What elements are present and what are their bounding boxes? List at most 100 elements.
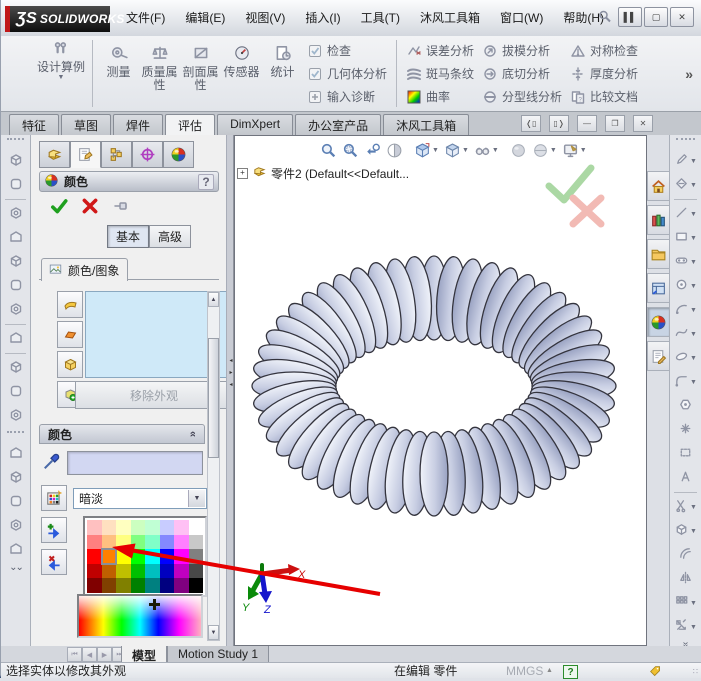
- ribbon-tab-6[interactable]: 办公室产品: [295, 114, 381, 136]
- pane-toggle-right-icon[interactable]: ▯❭: [549, 115, 569, 132]
- help-button[interactable]: ?: [198, 174, 214, 190]
- manager-tab-propertymanager[interactable]: [70, 141, 101, 168]
- menu-item-2[interactable]: 编辑(E): [176, 6, 234, 29]
- task-pane-tab-design-library[interactable]: [647, 205, 670, 235]
- sketch-tool-circle[interactable]: ▼: [670, 274, 701, 298]
- sketch-tool-text[interactable]: [670, 466, 701, 490]
- pane-toggle-left-icon[interactable]: ❬▯: [521, 115, 541, 132]
- feature-tool-revolve[interactable]: [1, 250, 30, 274]
- close-button[interactable]: ✕: [670, 7, 694, 27]
- current-color-swatch[interactable]: [67, 451, 203, 475]
- dropdown-arrow-icon[interactable]: ▼: [690, 259, 697, 266]
- palette-swatch[interactable]: [102, 564, 117, 579]
- sketch-tool-convert-entities[interactable]: ▼: [670, 519, 701, 543]
- more-tools-chevron[interactable]: ⌄⌄: [1, 562, 30, 573]
- sketch-tool-sketch-fillet[interactable]: ▼: [670, 370, 701, 394]
- hud-display-style-button[interactable]: ▼: [443, 141, 470, 160]
- palette-swatch[interactable]: [131, 578, 146, 593]
- palette-swatch[interactable]: [131, 535, 146, 550]
- tab-advanced[interactable]: 高级: [149, 225, 191, 248]
- cancel-button[interactable]: [81, 197, 99, 218]
- toolbar-button-geometry-analysis[interactable]: 几何体分析: [305, 64, 389, 83]
- sketch-tool-sketch-edit[interactable]: ▼: [670, 149, 701, 173]
- palette-swatch[interactable]: [116, 564, 131, 579]
- dropdown-arrow-icon[interactable]: ▼: [690, 528, 697, 535]
- toolbar-button-thickness-analysis[interactable]: 厚度分析: [568, 64, 640, 83]
- palette-swatch[interactable]: [174, 520, 189, 535]
- feature-tool-instant3d[interactable]: [1, 404, 30, 428]
- palette-swatch[interactable]: [145, 549, 160, 564]
- sketch-tool-construction-box[interactable]: [670, 442, 701, 466]
- toolbar-button-symmetry-check[interactable]: 对称检查: [568, 41, 640, 60]
- feature-tree-root[interactable]: + 零件2 (Default<<Default...: [237, 164, 409, 182]
- palette-swatch[interactable]: [145, 520, 160, 535]
- palette-swatch[interactable]: [189, 535, 204, 550]
- manager-tab-configurationmanager[interactable]: [101, 141, 132, 168]
- dropdown-arrow-icon[interactable]: ▼: [432, 147, 439, 154]
- menu-item-5[interactable]: 工具(T): [352, 6, 409, 29]
- confirmation-corner[interactable]: [535, 158, 621, 230]
- tab-basic[interactable]: 基本: [107, 225, 149, 248]
- dropdown-arrow-icon[interactable]: ▼: [690, 600, 697, 607]
- remove-color-button[interactable]: [41, 549, 67, 575]
- sketch-tool-ellipse[interactable]: ▼: [670, 346, 701, 370]
- toolbar-button-deviation-analysis[interactable]: 误差分析: [404, 41, 476, 60]
- eyedropper-icon[interactable]: [41, 452, 61, 475]
- menu-item-3[interactable]: 视图(V): [236, 6, 294, 29]
- task-pane-tab-custom-properties[interactable]: [647, 341, 670, 371]
- dropdown-arrow-icon[interactable]: ▼: [690, 307, 697, 314]
- panel-splitter[interactable]: ◂ ▸ ◂: [226, 135, 234, 646]
- palette-swatch[interactable]: [160, 564, 175, 579]
- toolbar-grip[interactable]: [7, 431, 24, 439]
- palette-swatch[interactable]: [189, 549, 204, 564]
- feature-tool-curve-tool[interactable]: [1, 514, 30, 538]
- first-tab-button[interactable]: ⏮: [67, 647, 82, 662]
- feature-tool-plane-ref[interactable]: [1, 466, 30, 490]
- next-tab-button[interactable]: ▶: [97, 647, 112, 662]
- feature-tool-boss-extrude[interactable]: [1, 149, 30, 173]
- hud-zoom-area-button[interactable]: [341, 141, 360, 160]
- sketch-tool-mirror-entities[interactable]: [670, 567, 701, 591]
- toolbar-button-compare-documents[interactable]: ?比较文档: [568, 87, 640, 106]
- palette-swatch[interactable]: [174, 564, 189, 579]
- palette-swatch[interactable]: [87, 564, 102, 579]
- palette-swatch[interactable]: [145, 564, 160, 579]
- ribbon-tab-7[interactable]: 沐风工具箱: [383, 114, 469, 136]
- sketch-tool-line[interactable]: ▼: [670, 202, 701, 226]
- feature-tool-cut-extrude[interactable]: [1, 173, 30, 197]
- palette-swatch[interactable]: [116, 535, 131, 550]
- scroll-down-arrow[interactable]: ▼: [208, 625, 219, 640]
- task-pane-tab-appearances[interactable]: [647, 307, 670, 337]
- palette-swatch[interactable]: [174, 578, 189, 593]
- manager-tab-displaymanager[interactable]: [163, 141, 194, 168]
- palette-swatch[interactable]: [102, 520, 117, 535]
- property-manager-scrollbar[interactable]: ▲ ▼: [207, 291, 220, 641]
- toolbar-button-parting-line-analysis[interactable]: 分型线分析: [480, 87, 564, 106]
- feature-tool-hole-wizard[interactable]: [1, 298, 30, 322]
- color-spectrum-picker[interactable]: [77, 594, 203, 638]
- sketch-tool-offset-entities[interactable]: [670, 543, 701, 567]
- palette-swatch[interactable]: [174, 535, 189, 550]
- palette-grid-button[interactable]: [41, 485, 67, 511]
- sketch-tool-arc[interactable]: ▼: [670, 298, 701, 322]
- search-icon[interactable]: [597, 9, 613, 28]
- ok-button[interactable]: [49, 197, 69, 218]
- feature-tool-3d-sketch[interactable]: [1, 442, 30, 466]
- palette-swatch[interactable]: [160, 549, 175, 564]
- palette-swatch[interactable]: [160, 535, 175, 550]
- pin-button[interactable]: [111, 198, 131, 217]
- doc-restore-button[interactable]: ❐: [605, 115, 625, 132]
- dropdown-arrow-icon[interactable]: ▼: [690, 158, 697, 165]
- sketch-tool-slot[interactable]: ▼: [670, 250, 701, 274]
- manager-tab-featuremanager[interactable]: [39, 141, 70, 168]
- palette-swatch[interactable]: [160, 578, 175, 593]
- scroll-thumb[interactable]: [208, 338, 219, 458]
- toolbar-button-undercut-analysis[interactable]: 底切分析: [480, 64, 564, 83]
- toolbar-button-zebra-stripes[interactable]: 斑马条纹: [404, 64, 476, 83]
- hud-edit-appearance-button[interactable]: [509, 141, 528, 160]
- tag-icon[interactable]: [649, 665, 662, 681]
- feature-tool-draft[interactable]: [1, 274, 30, 298]
- manager-tab-dimxpertmanager[interactable]: [132, 141, 163, 168]
- design-study-dropdown-icon[interactable]: ▼: [58, 74, 65, 81]
- feature-tool-linear-pattern[interactable]: [1, 327, 30, 351]
